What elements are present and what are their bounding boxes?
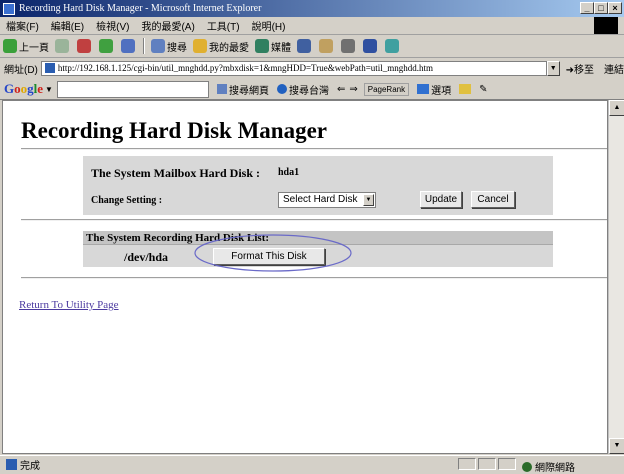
address-label: 網址(D) [4,64,38,76]
search-icon [151,39,165,53]
forward-button[interactable] [55,39,71,53]
hard-disk-select[interactable]: Select Hard Disk ▼ [278,192,376,208]
media-button[interactable]: 媒體 [255,39,291,54]
recording-disk-list: The System Recording Hard Disk List: /de… [83,231,553,267]
address-dropdown-button[interactable]: ▼ [546,60,560,76]
menu-bar: 檔案(F) 編輯(E) 檢視(V) 我的最愛(A) 工具(T) 說明(H) [0,17,624,35]
edit-button[interactable] [363,39,379,53]
up-button[interactable]: ⇐ [337,84,345,95]
stop-icon [77,39,91,53]
menu-tools[interactable]: 工具(T) [207,18,240,33]
messenger-icon [385,39,399,53]
options-button[interactable]: 選項 [417,82,451,97]
change-setting-label: Change Setting : [91,195,163,206]
history-button[interactable] [297,39,313,53]
scroll-down-icon[interactable]: ▼ [609,438,624,454]
device-name: /dev/hda [124,250,169,264]
status-pane [498,458,516,470]
print-icon [341,39,355,53]
ie-icon [3,2,15,15]
return-to-utility-link[interactable]: Return To Utility Page [19,299,119,311]
close-button[interactable]: × [608,2,622,14]
format-disk-button[interactable]: Format This Disk [213,248,325,265]
globe-icon [276,84,287,94]
google-logo[interactable]: Google [4,81,43,97]
mailbox-value: hda1 [278,167,300,178]
scroll-up-icon[interactable]: ▲ [609,100,624,116]
windows-logo-icon [594,17,618,34]
back-arrow-icon [3,39,17,53]
address-url: http://192.168.1.125/cgi-bin/util_mnghdd… [57,63,434,73]
forward-arrow-icon [55,39,69,53]
google-toolbar: Google ▼ 搜尋網頁 搜尋台灣 ⇐ ⇒ PageRank 選項 ✎ [0,79,624,100]
window-titlebar: Recording Hard Disk Manager - Microsoft … [0,0,624,17]
divider-middle [21,219,607,221]
links-button[interactable]: 連結 [604,61,624,76]
home-button[interactable] [121,39,137,53]
folder-button[interactable] [459,84,472,94]
search-button[interactable]: 搜尋 [151,39,187,54]
divider-top [21,148,607,150]
favorites-button[interactable]: 我的最愛 [193,39,249,54]
pagerank-indicator[interactable]: PageRank [363,82,410,96]
minimize-button[interactable]: _ [580,2,594,14]
go-button[interactable]: ➜移至 [566,61,594,76]
refresh-button[interactable] [99,39,115,53]
toolbar-separator [143,38,145,54]
status-pane [458,458,476,470]
cancel-button[interactable]: Cancel [471,191,515,208]
search-web-button[interactable]: 搜尋網頁 [216,82,269,97]
menu-file[interactable]: 檔案(F) [6,18,39,33]
menu-help[interactable]: 說明(H) [252,18,286,33]
update-button[interactable]: Update [420,191,462,208]
divider-bottom [21,277,607,279]
page-viewport: Recording Hard Disk Manager The System M… [2,100,608,454]
list-header: The System Recording Hard Disk List: [83,231,553,245]
menu-edit[interactable]: 編輯(E) [51,18,84,33]
page-icon [44,63,55,73]
edit-icon [363,39,377,53]
search-web-icon [216,84,227,94]
google-search-input[interactable] [56,80,209,98]
vertical-scrollbar[interactable]: ▲ ▼ [608,100,624,454]
search-tw-button[interactable]: 搜尋台灣 [276,82,329,97]
address-input[interactable]: http://192.168.1.125/cgi-bin/util_mnghdd… [40,60,547,76]
mail-icon [319,39,333,53]
history-icon [297,39,311,53]
favorites-star-icon [193,39,207,53]
window-title: Recording Hard Disk Manager - Microsoft … [19,3,262,14]
media-icon [255,39,269,53]
internet-zone-icon [522,461,532,472]
refresh-icon [99,39,113,53]
menu-favorites[interactable]: 我的最愛(A) [141,18,194,33]
messenger-button[interactable] [385,39,401,53]
menu-view[interactable]: 檢視(V) [96,18,129,33]
google-menu-arrow-icon[interactable]: ▼ [45,85,53,94]
options-icon [417,84,430,94]
mail-button[interactable] [319,39,335,53]
status-bar: 完成 網際網路 [0,455,624,474]
select-arrow-icon: ▼ [363,194,374,206]
mailbox-settings-panel: The System Mailbox Hard Disk : hda1 Chan… [83,156,553,215]
mailbox-label: The System Mailbox Hard Disk : [91,166,261,180]
pencil-button[interactable]: ✎ [479,84,487,95]
back-button[interactable]: 上一頁 [3,39,49,54]
page-title: Recording Hard Disk Manager [21,118,328,143]
home-icon [121,39,135,53]
page-done-icon [6,459,17,470]
address-bar: 網址(D) http://192.168.1.125/cgi-bin/util_… [0,58,624,78]
highlight-button[interactable]: ⇒ [349,84,357,95]
status-pane [478,458,496,470]
status-text: 完成 [20,461,40,472]
stop-button[interactable] [77,39,93,53]
maximize-button[interactable]: □ [594,2,608,14]
standard-toolbar: 上一頁 搜尋 我的最愛 媒體 [0,35,624,58]
folder-icon [459,84,472,94]
print-button[interactable] [341,39,357,53]
